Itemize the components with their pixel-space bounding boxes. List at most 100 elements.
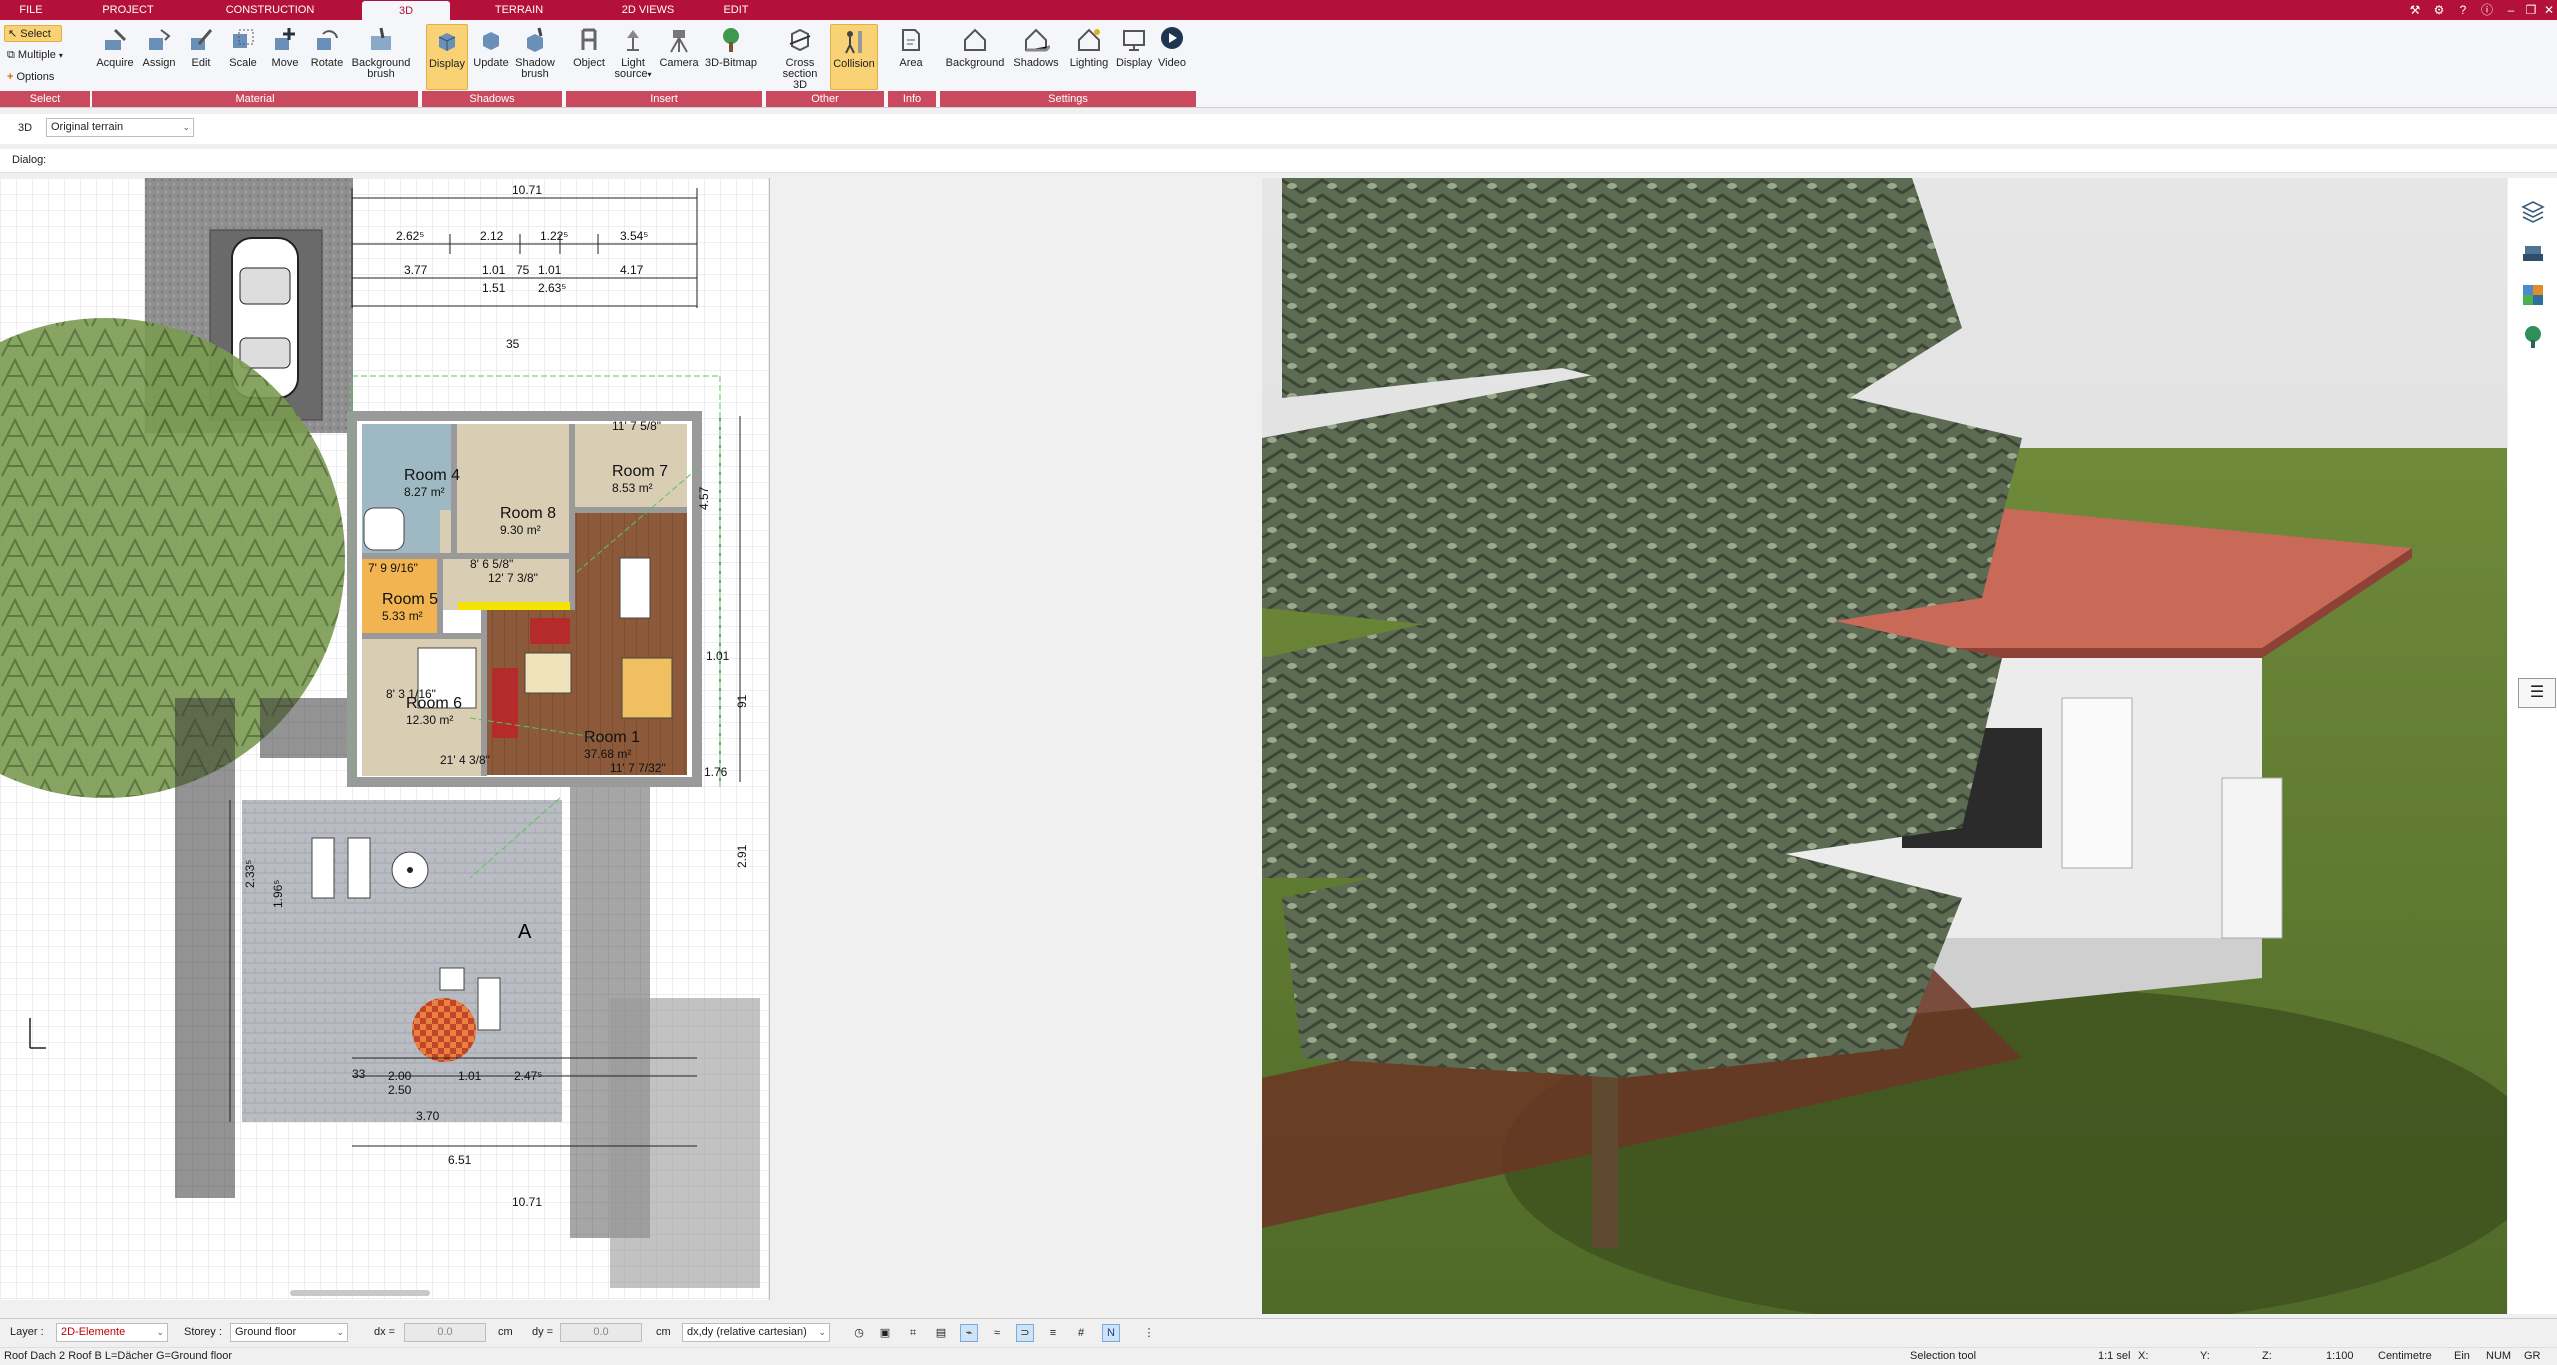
shadow-brush-button[interactable]: Shadow brush [512, 24, 558, 90]
num-lock-indicator: NUM [2486, 1350, 2512, 1362]
shadow-brush-label-2: brush [521, 68, 549, 80]
close-icon[interactable]: ✕ [2540, 2, 2557, 18]
room-4-area: 8.27 m² [404, 485, 445, 499]
multiple-button[interactable]: ⧉ Multiple ▾ [4, 47, 84, 64]
room-4-name: Room 4 [404, 467, 460, 484]
room-dim-3: 11' 7 5/8" [612, 419, 661, 433]
layer-select[interactable]: 2D-Elemente ⌄ [56, 1323, 168, 1342]
acquire-button[interactable]: Acquire [94, 24, 136, 90]
options-button[interactable]: + Options [4, 69, 74, 86]
kitchen-unit [619, 557, 651, 619]
furniture-icon[interactable] [2520, 240, 2546, 266]
tab-file[interactable]: FILE [8, 0, 54, 20]
tab-project[interactable]: PROJECT [88, 0, 168, 20]
multiple-icon: ⧉ [7, 49, 15, 61]
3d-view-canvas[interactable] [1262, 178, 2507, 1314]
materials-icon[interactable] [2520, 282, 2546, 308]
select-button[interactable]: ↖ Select [4, 25, 62, 42]
update-shadows-button[interactable]: Update [470, 24, 512, 90]
edit-material-button[interactable]: Edit [180, 24, 222, 90]
plan-horizontal-scrollbar[interactable] [290, 1290, 430, 1296]
snap-icon[interactable]: ⌗ [904, 1324, 922, 1342]
3d-bitmap-button[interactable]: 3D-Bitmap [704, 24, 758, 90]
background-brush-button[interactable]: Background brush [348, 24, 414, 90]
cursor-icon: ↖ [8, 28, 18, 40]
tools-icon[interactable]: ⚒ [2406, 2, 2424, 18]
view-toolbar: 3D Original terrain ⌄ [0, 114, 2557, 144]
display-shadows-button[interactable]: Display [426, 24, 468, 90]
layer-stack-icon[interactable]: ▤ [932, 1324, 950, 1342]
polyline-icon[interactable]: ⌁ [960, 1324, 978, 1342]
group-settings-label: Settings [940, 91, 1196, 107]
scale-icon [233, 29, 254, 48]
light-source-button[interactable]: Light source▾ [612, 24, 654, 90]
storey-select-value: Ground floor [235, 1326, 297, 1338]
layers-icon[interactable] [2520, 198, 2546, 224]
restore-icon[interactable]: ❐ [2522, 2, 2540, 18]
dim-side-r1: 4.57 [697, 486, 711, 510]
dialog-label: Dialog: [12, 154, 47, 166]
room-dim-2: 12' 7 3/8" [488, 571, 538, 585]
tab-edit[interactable]: EDIT [708, 0, 764, 20]
storey-select[interactable]: Ground floor ⌄ [230, 1323, 348, 1342]
wave-icon[interactable]: ≈ [988, 1324, 1006, 1342]
chevron-down-icon: ⌄ [182, 122, 190, 132]
area-label: Area [899, 57, 923, 69]
coord-y: Y: [2200, 1350, 2210, 1362]
dim-row2-d: 4.17 [620, 263, 644, 277]
image-icon[interactable]: ▣ [876, 1324, 894, 1342]
acquire-label: Acquire [96, 57, 134, 69]
rotate-button[interactable]: Rotate [306, 24, 348, 90]
info-icon[interactable]: ⓘ [2478, 2, 2496, 18]
scale-label: Scale [229, 57, 257, 69]
more-icon[interactable]: ⋮ [1140, 1324, 1158, 1342]
cross-section-3d-button[interactable]: Cross section 3D [776, 24, 824, 91]
dim-side-r4: 1.76 [704, 765, 728, 779]
display-settings-button[interactable]: Display [1110, 24, 1158, 90]
play-icon [1161, 27, 1183, 49]
assign-button[interactable]: Assign [138, 24, 180, 90]
background-brush-label-2: brush [367, 68, 395, 80]
house-background-icon [964, 28, 986, 51]
area-button[interactable]: Area [890, 24, 932, 90]
update-label: Update [473, 57, 509, 69]
dx-input[interactable]: 0.0 [404, 1323, 486, 1342]
3d-view[interactable] [1262, 178, 2507, 1314]
terrain-select[interactable]: Original terrain ⌄ [46, 118, 194, 137]
collision-button[interactable]: Collision [830, 24, 878, 90]
select-label: Select [20, 28, 51, 40]
floor-plan-view[interactable]: 10.71 2.62⁵ 2.12 1.22⁵ 3.54⁵ 3.77 1.01 7… [0, 178, 770, 1300]
tab-terrain[interactable]: TERRAIN [470, 0, 568, 20]
tab-3d[interactable]: 3D [362, 1, 450, 20]
video-button[interactable]: Video [1152, 24, 1192, 90]
object-button[interactable]: Object [568, 24, 610, 90]
room-8-name: Room 8 [500, 505, 556, 522]
grid-icon[interactable]: # [1072, 1324, 1090, 1342]
room-dim-1: 21' 4 3/8" [440, 753, 490, 767]
dim-bottom-total: 10.71 [512, 1195, 542, 1209]
background-button[interactable]: Background [944, 24, 1006, 90]
dim-left-a: 2.33⁵ [243, 860, 257, 888]
minimize-icon[interactable]: – [2502, 2, 2520, 18]
help-icon[interactable]: ? [2454, 2, 2472, 18]
tab-2d-views[interactable]: 2D VIEWS [604, 0, 692, 20]
shadows-settings-button[interactable]: Shadows [1010, 24, 1062, 90]
unit-readout: Centimetre [2378, 1350, 2432, 1362]
lighting-button[interactable]: Lighting [1064, 24, 1114, 90]
plants-icon[interactable] [2520, 324, 2546, 350]
scale-button[interactable]: Scale [222, 24, 264, 90]
camera-button[interactable]: Camera [656, 24, 702, 90]
navigation-icon[interactable]: N [1102, 1324, 1120, 1342]
move-button[interactable]: Move [264, 24, 306, 90]
clock-icon[interactable]: ◷ [850, 1324, 868, 1342]
ruler-icon[interactable]: ≡ [1044, 1324, 1062, 1342]
dy-label: dy = [532, 1326, 554, 1338]
coordinate-mode-select[interactable]: dx,dy (relative cartesian) ⌄ [682, 1323, 830, 1342]
selection-count: 1:1 sel [2098, 1350, 2131, 1362]
dy-input[interactable]: 0.0 [560, 1323, 642, 1342]
tab-construction[interactable]: CONSTRUCTION [210, 0, 330, 20]
magnet-icon[interactable]: ⊃ [1016, 1324, 1034, 1342]
panel-toggle-icon[interactable]: ☰ [2518, 678, 2556, 708]
settings-icon[interactable]: ⚙ [2430, 2, 2448, 18]
floor-plan-canvas[interactable]: 10.71 2.62⁵ 2.12 1.22⁵ 3.54⁵ 3.77 1.01 7… [0, 178, 770, 1300]
